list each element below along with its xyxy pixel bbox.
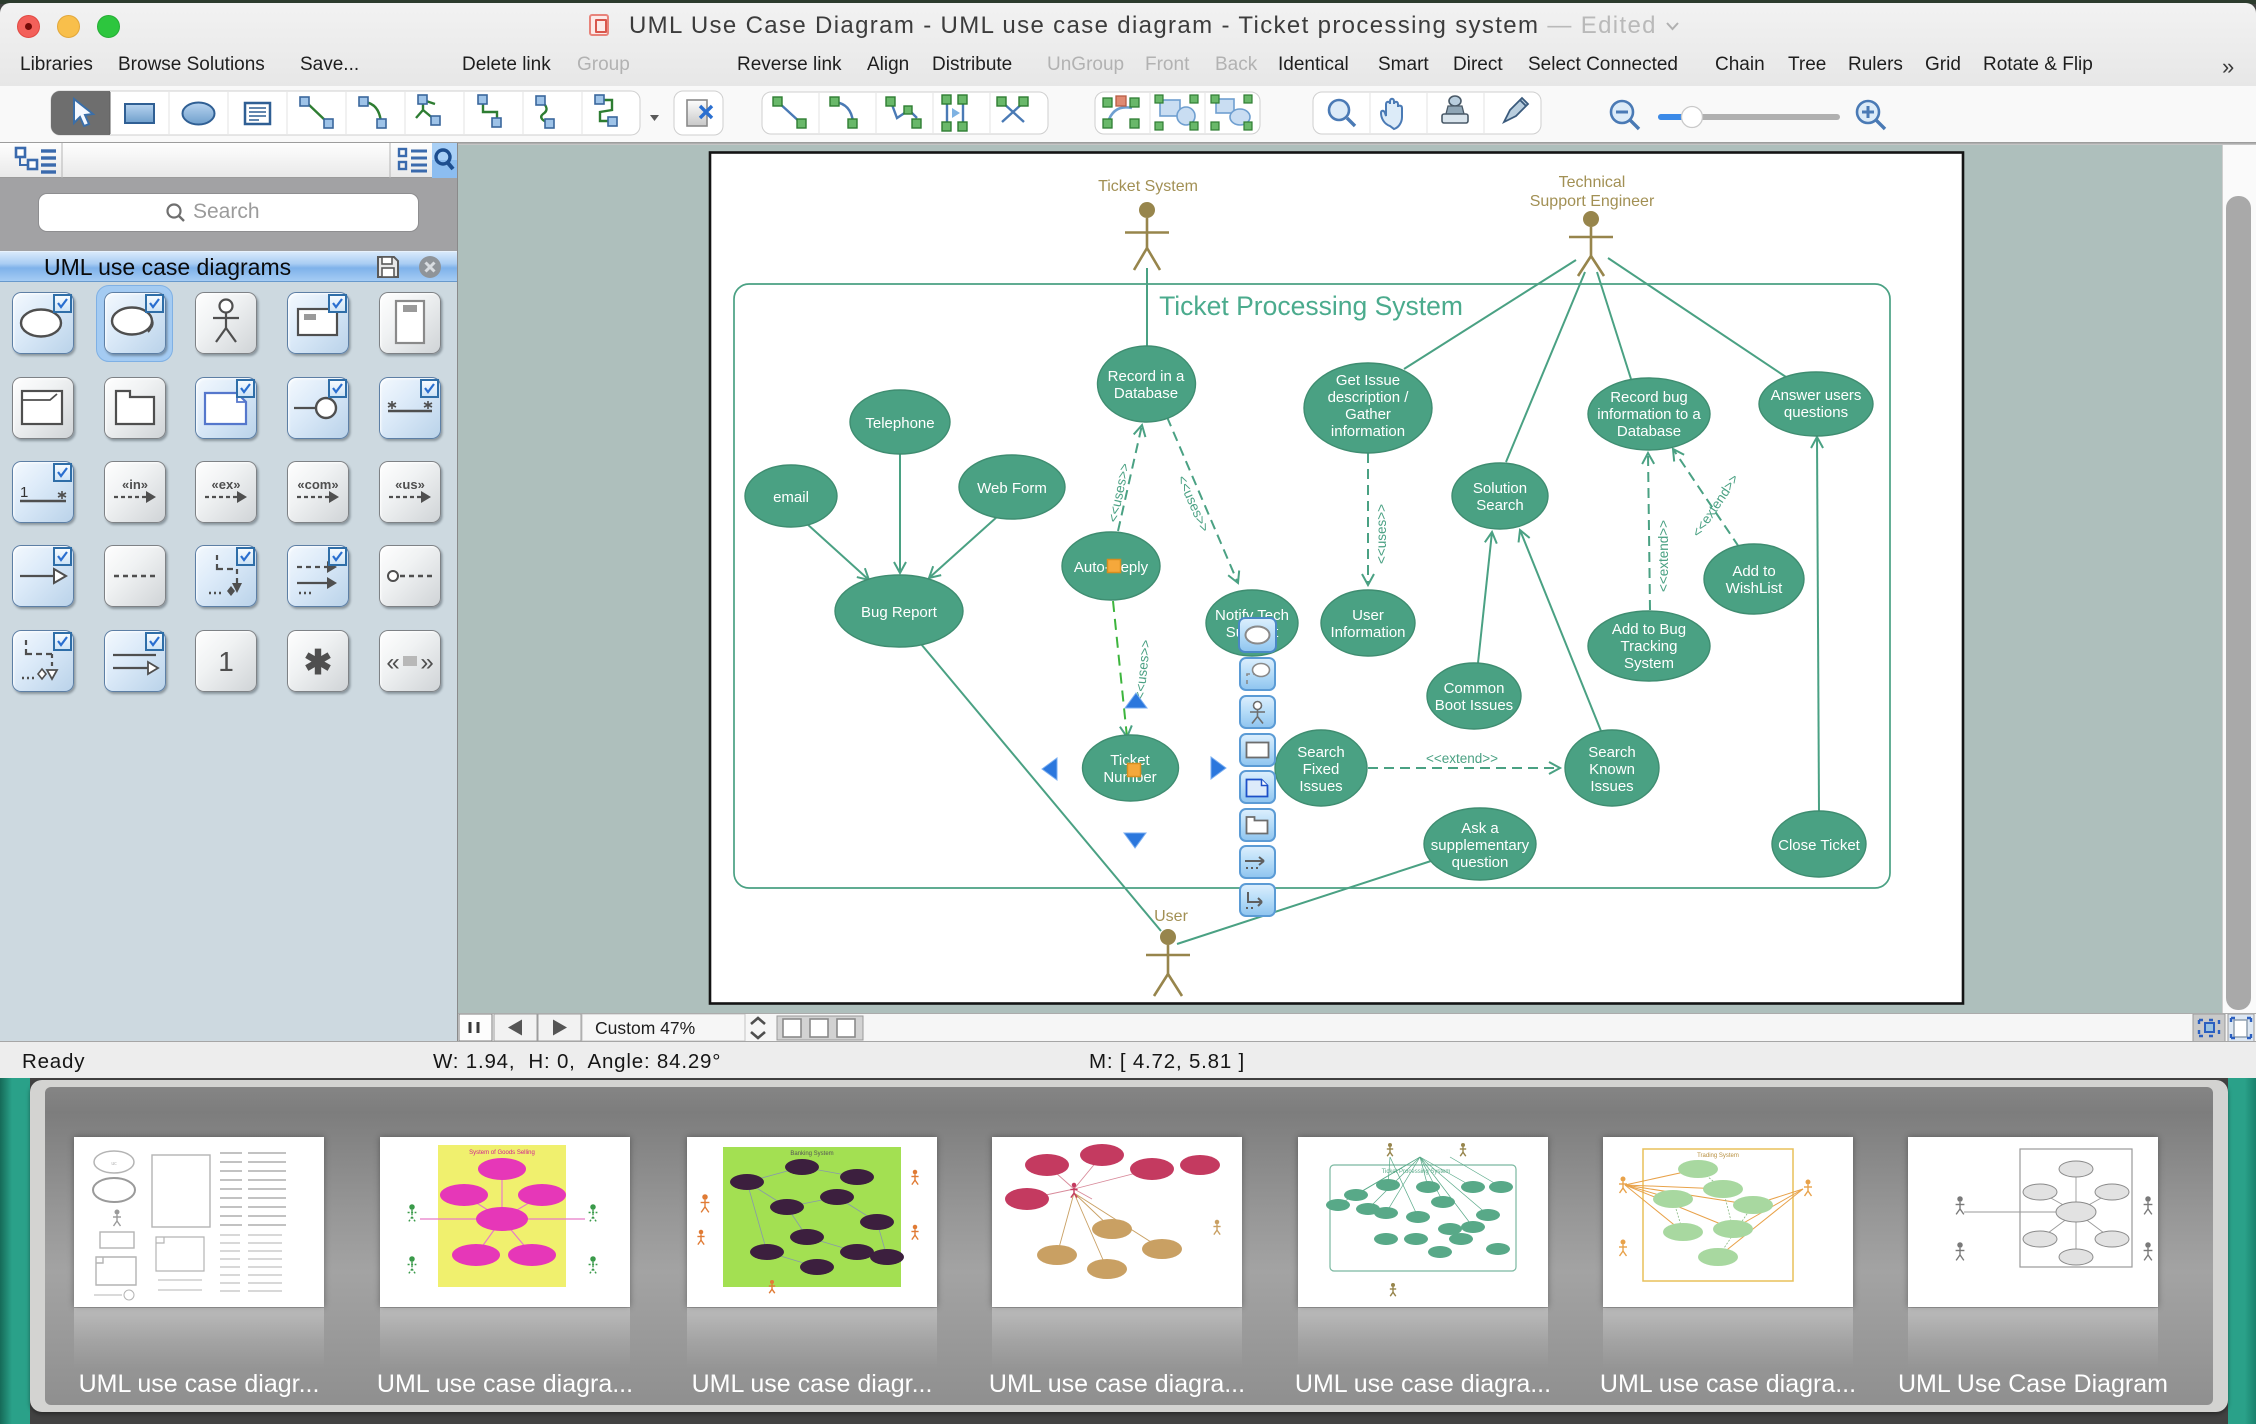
svg-text:Issues: Issues bbox=[1590, 778, 1633, 795]
svg-text:question: question bbox=[1452, 854, 1509, 871]
svg-text:Database: Database bbox=[1114, 385, 1178, 402]
svg-text:1: 1 bbox=[20, 484, 28, 501]
svg-text:Close Ticket: Close Ticket bbox=[1778, 837, 1861, 854]
svg-text:Add to Bug: Add to Bug bbox=[1612, 621, 1686, 638]
svg-text:Ticket Processing System: Ticket Processing System bbox=[1159, 291, 1463, 321]
svg-text:«: « bbox=[386, 649, 399, 676]
svg-text:uc: uc bbox=[111, 1161, 117, 1167]
svg-text:1: 1 bbox=[218, 646, 234, 677]
svg-text:Known: Known bbox=[1589, 761, 1635, 778]
svg-text:Web Form: Web Form bbox=[977, 480, 1047, 497]
svg-text:questions: questions bbox=[1784, 404, 1848, 421]
svg-text:Get Issue: Get Issue bbox=[1336, 372, 1400, 389]
svg-text:Issues: Issues bbox=[1299, 778, 1342, 795]
svg-text:Ticket System: Ticket System bbox=[1098, 178, 1198, 195]
svg-text:description /: description / bbox=[1328, 389, 1410, 406]
svg-text:Support Engineer: Support Engineer bbox=[1530, 193, 1655, 210]
svg-text:Common: Common bbox=[1444, 680, 1505, 697]
svg-text:System: System bbox=[1624, 655, 1674, 672]
svg-text:»: » bbox=[420, 649, 433, 676]
svg-text:User: User bbox=[1352, 607, 1384, 624]
svg-text:Solution: Solution bbox=[1473, 480, 1527, 497]
svg-text:Information: Information bbox=[1330, 624, 1405, 641]
svg-text:Bug Report: Bug Report bbox=[861, 604, 938, 621]
svg-text:Record in a: Record in a bbox=[1108, 368, 1185, 385]
svg-text:Search: Search bbox=[1476, 497, 1524, 514]
svg-text:Banking System: Banking System bbox=[790, 1151, 833, 1157]
svg-text:Gather: Gather bbox=[1345, 406, 1391, 423]
svg-text:<<extend>>: <<extend>> bbox=[1426, 751, 1498, 766]
svg-text:information: information bbox=[1331, 423, 1405, 440]
svg-text:<<uses>>: <<uses>> bbox=[1374, 504, 1389, 564]
svg-text:WishList: WishList bbox=[1726, 580, 1784, 597]
svg-text:information to a: information to a bbox=[1597, 406, 1701, 423]
svg-text:«us»: «us» bbox=[395, 477, 425, 492]
svg-text:Tracking: Tracking bbox=[1621, 638, 1678, 655]
svg-text:<<extend>>: <<extend>> bbox=[1656, 520, 1671, 592]
svg-text:User: User bbox=[1154, 908, 1188, 925]
svg-text:✱: ✱ bbox=[304, 644, 333, 682]
svg-text:System of Goods Selling: System of Goods Selling bbox=[469, 1150, 535, 1156]
svg-text:Add to: Add to bbox=[1732, 563, 1775, 580]
svg-text:«ex»: «ex» bbox=[212, 477, 241, 492]
svg-text:Technical: Technical bbox=[1559, 174, 1626, 191]
svg-text:Answer users: Answer users bbox=[1771, 387, 1862, 404]
svg-text:supplementary: supplementary bbox=[1431, 837, 1530, 854]
svg-text:Record bug: Record bug bbox=[1610, 389, 1688, 406]
svg-text:«in»: «in» bbox=[121, 477, 147, 492]
svg-text:Search: Search bbox=[1588, 744, 1636, 761]
svg-text:Custom 47%: Custom 47% bbox=[595, 1018, 695, 1038]
svg-text:Database: Database bbox=[1617, 423, 1681, 440]
svg-text:«com»: «com» bbox=[297, 477, 338, 492]
svg-text:Boot Issues: Boot Issues bbox=[1435, 697, 1513, 714]
svg-text:Trading System: Trading System bbox=[1697, 1153, 1739, 1159]
svg-text:Telephone: Telephone bbox=[865, 415, 934, 432]
svg-text:email: email bbox=[773, 489, 809, 506]
svg-text:Search: Search bbox=[1297, 744, 1345, 761]
svg-text:Ask a: Ask a bbox=[1461, 820, 1499, 837]
svg-text:Fixed: Fixed bbox=[1303, 761, 1340, 778]
